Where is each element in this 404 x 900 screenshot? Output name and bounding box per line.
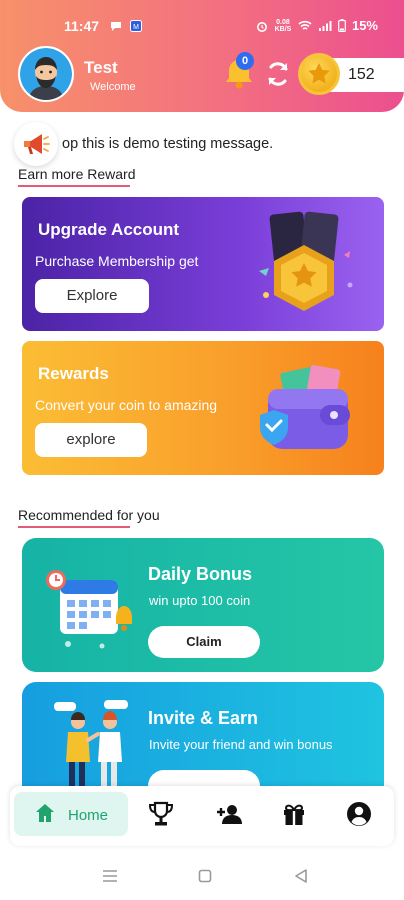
welcome-text: Welcome: [90, 81, 136, 93]
avatar[interactable]: [18, 46, 74, 102]
network-speed: 0.08 KB/S: [274, 18, 292, 33]
status-bar: 11:47 M 0.08 KB/S 15%: [0, 14, 404, 36]
home-nav-icon[interactable]: [198, 869, 212, 883]
invite-title: Invite & Earn: [148, 708, 259, 728]
daily-bonus-subtitle: win upto 100 coin: [149, 593, 251, 608]
status-icons: 0.08 KB/S 15%: [256, 18, 378, 33]
membership-badge-icon: [259, 211, 353, 311]
coin-balance: 152: [348, 66, 375, 83]
megaphone-icon: [24, 134, 50, 154]
battery-icon: [338, 19, 346, 32]
battery-level: 15%: [351, 18, 378, 33]
upgrade-subtitle: Purchase Membership get: [35, 253, 199, 269]
invite-subtitle: Invite your friend and win bonus: [149, 737, 333, 752]
section-title-recommended: Recommended for you: [18, 507, 160, 528]
signal-icon: [318, 20, 332, 31]
app-header: 11:47 M 0.08 KB/S 15% Test Welcome 0 152: [0, 0, 404, 112]
system-navigation-bar: [0, 860, 404, 900]
claim-button[interactable]: Claim: [148, 626, 260, 658]
daily-bonus-card[interactable]: Daily Bonus win upto 100 coin Claim: [22, 538, 384, 672]
status-time: 11:47: [64, 18, 100, 34]
rewards-subtitle: Convert your coin to amazing: [35, 397, 218, 413]
upgrade-explore-button[interactable]: Explore: [35, 279, 149, 313]
invite-friends-icon: [54, 700, 128, 788]
gift-icon[interactable]: [280, 800, 308, 828]
chat-icon: [111, 22, 121, 31]
add-friend-icon[interactable]: [215, 800, 243, 828]
star-icon: [308, 63, 330, 84]
notification-badge: 0: [236, 52, 254, 70]
announcement-button[interactable]: [14, 122, 58, 166]
user-name: Test: [84, 58, 118, 77]
section-title-earn: Earn more Reward: [18, 166, 136, 187]
calendar-icon: [46, 570, 132, 649]
trophy-icon[interactable]: [147, 800, 175, 828]
nav-home-label: Home: [68, 807, 109, 824]
daily-bonus-title: Daily Bonus: [148, 564, 253, 584]
back-icon[interactable]: [294, 868, 308, 884]
rewards-explore-button[interactable]: explore: [35, 423, 147, 457]
recent-apps-icon[interactable]: [101, 869, 119, 883]
upgrade-account-card[interactable]: Upgrade Account Purchase Membership get …: [22, 197, 384, 331]
svg-text:M: M: [133, 24, 139, 31]
home-icon: [36, 804, 54, 822]
coin-icon: [298, 53, 340, 95]
wifi-icon: [298, 20, 312, 30]
bottom-navigation: Home: [10, 786, 394, 846]
rewards-card[interactable]: Rewards Convert your coin to amazing exp…: [22, 341, 384, 475]
alarm-icon: [256, 21, 267, 32]
wallet-icon: [260, 365, 350, 449]
upgrade-title: Upgrade Account: [38, 220, 180, 239]
rewards-title: Rewards: [38, 364, 109, 383]
sync-icon[interactable]: [264, 60, 292, 88]
announcement-text: op this is demo testing message.: [62, 136, 274, 152]
invite-earn-card[interactable]: Invite & Earn Invite your friend and win…: [22, 682, 384, 792]
profile-icon[interactable]: [345, 800, 373, 828]
app-notification-icon: M: [130, 20, 142, 32]
user-avatar-icon: [20, 48, 72, 100]
